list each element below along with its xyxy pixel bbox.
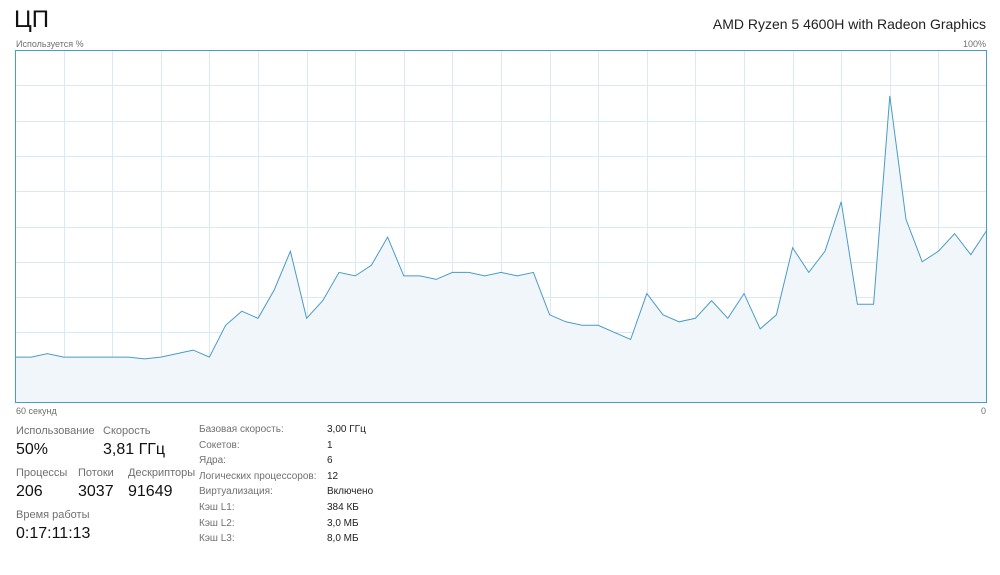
processes-value: 206 (16, 483, 43, 500)
spec-value: 3,00 ГГц (327, 424, 366, 435)
spec-value: 1 (327, 439, 333, 451)
speed-value: 3,81 ГГц (103, 441, 166, 458)
graph-usage-label: Используется % (16, 39, 84, 49)
spec-key: Логических процессоров: (199, 470, 317, 482)
page-title: ЦП (14, 6, 50, 33)
handles-label: Дескрипторы (128, 467, 196, 479)
spec-value: 12 (327, 470, 339, 482)
spec-key: Ядра: (199, 455, 226, 467)
threads-label: Потоки (78, 467, 114, 479)
spec-key: Сокетов: (199, 439, 240, 451)
spec-key: Кэш L3: (199, 533, 235, 545)
spec-row: Базовая скорость: 3,00 ГГц (199, 424, 373, 440)
spec-row: Кэш L2: 3,0 МБ (199, 518, 373, 534)
spec-row: Логических процессоров: 12 (199, 471, 373, 487)
graph-time-label: 60 секунд (16, 406, 57, 416)
spec-row: Сокетов: 1 (199, 440, 373, 456)
usage-value: 50% (16, 441, 49, 458)
spec-row: Кэш L1: 384 КБ (199, 502, 373, 518)
uptime-value: 0:17:11:13 (16, 525, 91, 542)
spec-value: 6 (327, 455, 333, 467)
spec-row: Кэш L3: 8,0 МБ (199, 533, 373, 549)
threads-value: 3037 (78, 483, 114, 500)
spec-key: Кэш L1: (199, 501, 235, 513)
spec-value: 3,0 МБ (327, 517, 359, 529)
spec-row: Ядра: 6 (199, 455, 373, 471)
speed-label: Скорость (103, 425, 151, 437)
spec-row: Виртуализация: Включено (199, 486, 373, 502)
usage-label: Использование (16, 425, 95, 437)
spec-value: 384 КБ (327, 501, 359, 513)
handles-value: 91649 (128, 483, 173, 500)
cpu-spec-table: Базовая скорость: 3,00 ГГц Сокетов: 1 Ядра… (199, 424, 373, 549)
spec-key: Базовая скорость: (199, 424, 284, 435)
spec-value: Включено (327, 486, 374, 498)
cpu-usage-graph (15, 50, 987, 403)
spec-value: 8,0 МБ (327, 533, 359, 545)
processes-label: Процессы (16, 467, 68, 479)
uptime-label: Время работы (16, 509, 90, 521)
spec-key: Виртуализация: (199, 486, 273, 498)
spec-key: Кэш L2: (199, 517, 235, 529)
graph-max-label: 100% (962, 39, 986, 49)
cpu-model-name: AMD Ryzen 5 4600H with Radeon Graphics (712, 16, 986, 32)
graph-zero-label: 0 (980, 406, 986, 416)
